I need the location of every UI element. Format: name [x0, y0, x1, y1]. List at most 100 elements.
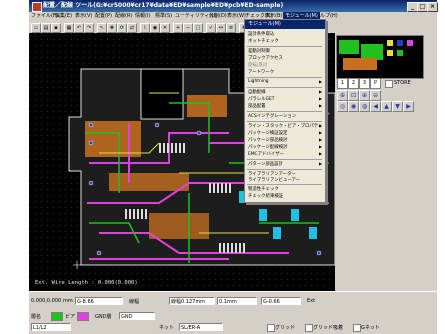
- menu-bar: ファイル(F) 編集(E) 表示(V) 配置(P) 配線(R) 情報(I) 標準…: [29, 12, 437, 21]
- grid-snap-checkbox[interactable]: [305, 324, 313, 332]
- check-icon[interactable]: ✓: [206, 23, 216, 33]
- submenu-arrow-icon: ▶: [319, 79, 323, 84]
- menu-item-parallel-get[interactable]: パラレルGET: [248, 96, 274, 102]
- module-dropdown-menu: モジュール(M) 設計条件取込 ネットチェック 差動対制御 ブロックアクセス 反…: [244, 19, 326, 185]
- submenu-arrow-icon: ▶: [319, 161, 323, 166]
- menu-item-acs[interactable]: ACSインテグレーション: [248, 113, 296, 119]
- layer-dropdown[interactable]: L1/L2: [31, 323, 71, 331]
- net-dropdown[interactable]: G-8.66: [75, 297, 123, 305]
- zoom-prev-icon[interactable]: ◉: [348, 101, 359, 112]
- menu-item-diff-pair[interactable]: 差動対制御: [248, 48, 270, 54]
- submenu-arrow-icon: ▶: [319, 103, 323, 108]
- menu-item-emc-advisor[interactable]: EMCアドバイザー: [248, 151, 284, 157]
- menu-edit[interactable]: 編集(E): [55, 12, 72, 21]
- menu-item-lightning[interactable]: Lightning: [248, 79, 269, 84]
- menu-divide[interactable]: 分割(D): [209, 12, 227, 21]
- menu-item-reverse[interactable]: 反転/反対: [248, 62, 267, 68]
- menu-file[interactable]: ファイル(F): [31, 12, 58, 21]
- undo-icon[interactable]: ↶: [74, 23, 84, 33]
- print-icon[interactable]: ▦: [64, 23, 74, 33]
- space-label: GND層: [95, 314, 112, 320]
- grid-snap-label: グリッド吸着: [313, 325, 344, 331]
- wire-length-readout: Ext. Wire Length : 0.000(0.000): [35, 280, 138, 286]
- ext-label: Ext: [307, 298, 316, 304]
- menu-item-manufacturability[interactable]: 製造性チェック: [248, 186, 279, 192]
- zoom-out-icon[interactable]: −: [183, 23, 193, 33]
- menu-item-design-rules[interactable]: 設計条件取込: [248, 31, 274, 37]
- arrow-down-icon[interactable]: ▼: [392, 101, 403, 112]
- menu-item-auto-route[interactable]: 自動配線: [248, 89, 266, 95]
- layer-3-toggle[interactable]: 3: [359, 78, 370, 89]
- redo-icon[interactable]: ↷: [84, 23, 94, 33]
- menu-item-package-route[interactable]: パッケージ配線検討: [248, 144, 287, 150]
- new-icon[interactable]: ▫: [31, 23, 41, 33]
- gnet-checkbox[interactable]: [353, 324, 361, 332]
- select-icon[interactable]: ↖: [97, 23, 107, 33]
- layer-icon[interactable]: ≡: [226, 23, 236, 33]
- menu-item-check-result[interactable]: チェック結果検証: [248, 193, 283, 199]
- menu-place[interactable]: 配置(P): [95, 12, 112, 21]
- measure-icon[interactable]: ↔: [216, 23, 226, 33]
- view-icon[interactable]: ⊡: [348, 90, 359, 101]
- submenu-arrow-icon: ▶: [319, 151, 323, 156]
- grid-dropdown[interactable]: 0.1mm: [217, 297, 257, 305]
- module-dropdown-menu-tail: 製造性チェック チェック結果検証: [244, 184, 326, 203]
- store-label: STORE: [394, 80, 411, 86]
- minimap[interactable]: [336, 35, 424, 79]
- layer-p-toggle[interactable]: P: [370, 78, 381, 89]
- save-icon[interactable]: ▪: [51, 23, 61, 33]
- zoom-in-lens-icon[interactable]: ⊕: [359, 90, 370, 101]
- zoom-in-icon[interactable]: +: [173, 23, 183, 33]
- menu-standard[interactable]: 標準(S): [155, 12, 172, 21]
- menu-item-pattern-parts[interactable]: パターン部品設計: [248, 161, 283, 167]
- grid-label: グリッド: [275, 325, 296, 331]
- delete-icon[interactable]: ✕: [160, 23, 170, 33]
- via-icon[interactable]: ◉: [150, 23, 160, 33]
- background-left: [0, 0, 29, 334]
- menu-item-line-stack[interactable]: ライン・スタック・ビア・プロパティ: [248, 123, 322, 129]
- bottom-status-row-2: 層名 ビア GND層 GND L1/L2 ネット SL/ER-A グリッド グリ…: [29, 311, 437, 334]
- arrow-up-icon[interactable]: ▲: [381, 101, 392, 112]
- submenu-arrow-icon: ▶: [319, 96, 323, 101]
- pad-dropdown[interactable]: G-0.66: [261, 297, 301, 305]
- gnet-label: Gネット: [361, 325, 380, 331]
- menu-item-net-check[interactable]: ネットチェック: [248, 38, 279, 44]
- menu-item-librarian-viewer[interactable]: ライブラリアンビューアー: [248, 177, 300, 183]
- rotate-icon[interactable]: ⟳: [117, 23, 127, 33]
- menu-item-block-access[interactable]: ブロックアクセス: [248, 55, 283, 61]
- menu-info[interactable]: 情報(I): [135, 12, 150, 21]
- layer-color-swatch[interactable]: [51, 312, 63, 321]
- route-icon[interactable]: ⌇: [140, 23, 150, 33]
- minimap-drawing: [339, 40, 413, 70]
- store-checkbox[interactable]: [385, 80, 393, 88]
- zoom-window-icon[interactable]: ◎: [337, 101, 348, 112]
- layer-1-toggle[interactable]: 1: [337, 78, 348, 89]
- pan-icon[interactable]: ◍: [359, 101, 370, 112]
- coord-label: 0.000,0.000: [31, 298, 62, 304]
- menu-view[interactable]: 表示(V): [75, 12, 92, 21]
- menu-item-package-verify[interactable]: パッケージ検証設定: [248, 130, 287, 136]
- menu-item-package-parts[interactable]: パッケージ部品検討: [248, 137, 287, 143]
- mirror-icon[interactable]: ⇄: [127, 23, 137, 33]
- open-icon[interactable]: ▤: [41, 23, 51, 33]
- window-title: 配置／配線 ツール(G:¥cr5000¥cr17¥data¥ED¥sample¥…: [43, 2, 284, 9]
- layer-2-toggle[interactable]: 2: [348, 78, 359, 89]
- layer-select-dropdown[interactable]: SL/ER-A: [179, 323, 223, 331]
- arrow-right-icon[interactable]: ▶: [403, 101, 414, 112]
- submenu-arrow-icon: ▶: [319, 123, 323, 128]
- background-right: [437, 0, 445, 334]
- width-dropdown[interactable]: 線幅0.127mm: [169, 297, 215, 305]
- via-color-swatch[interactable]: [77, 312, 89, 321]
- menu-item-placement[interactable]: 部品配置: [248, 103, 266, 109]
- close-button[interactable]: ×: [427, 2, 438, 12]
- title-bar[interactable]: 配置／配線 ツール(G:¥cr5000¥cr17¥data¥ED¥sample¥…: [29, 0, 438, 12]
- zoom-area-icon[interactable]: ⊕: [337, 90, 348, 101]
- space-dropdown[interactable]: GND: [119, 312, 155, 320]
- arrow-left-icon[interactable]: ◀: [370, 101, 381, 112]
- menu-route[interactable]: 配線(R): [115, 12, 132, 21]
- zoom-out-lens-icon[interactable]: ⊖: [370, 90, 381, 101]
- move-icon[interactable]: ✥: [107, 23, 117, 33]
- zoom-fit-icon[interactable]: □: [193, 23, 203, 33]
- menu-item-artwork[interactable]: アートワーク: [248, 69, 274, 75]
- grid-checkbox[interactable]: [267, 324, 275, 332]
